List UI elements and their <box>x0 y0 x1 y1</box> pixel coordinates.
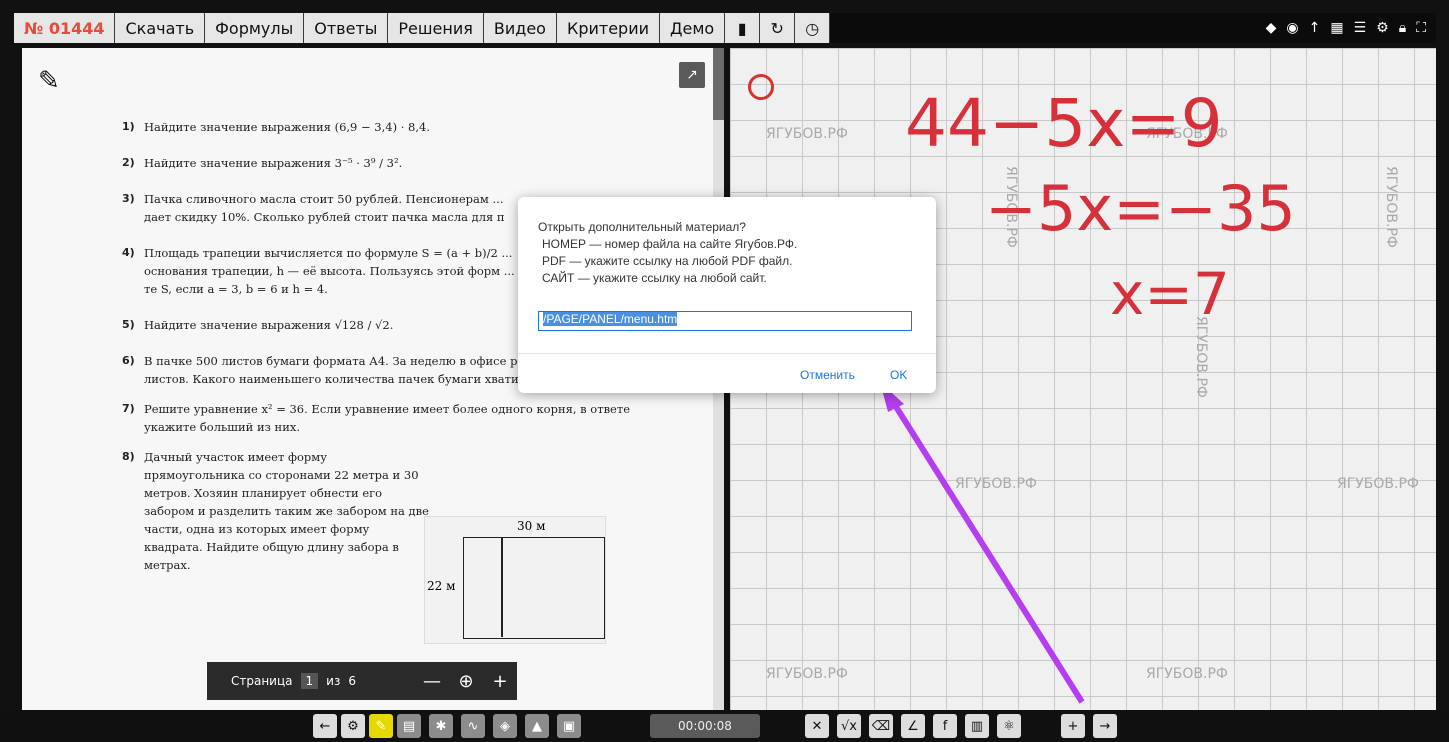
open-material-dialog: Открыть дополнительный материал? НОМЕР —… <box>518 197 936 393</box>
material-input[interactable]: /PAGE/PANEL/menu.htm <box>538 311 912 331</box>
image-icon[interactable]: ▣ <box>557 714 581 738</box>
annotation-arrow <box>885 392 1085 704</box>
pencil-tool-icon[interactable]: ✎ <box>369 714 393 738</box>
handwritten-line: x=7 <box>1110 260 1230 328</box>
forward-arrow-icon[interactable]: → <box>1093 714 1117 738</box>
cancel-button[interactable]: Отменить <box>800 368 855 382</box>
sqrt-icon[interactable]: √x <box>837 714 861 738</box>
dialog-line: PDF — укажите ссылку на любой PDF файл. <box>542 254 793 268</box>
session-timer: 00:00:08 <box>650 714 760 738</box>
clear-icon[interactable]: ⌫ <box>869 714 893 738</box>
dialog-message: Открыть дополнительный материал? НОМЕР —… <box>538 219 797 287</box>
calculator-icon[interactable]: ▤ <box>397 714 421 738</box>
curve-icon[interactable]: ∿ <box>461 714 485 738</box>
back-arrow-icon[interactable]: ← <box>313 714 337 738</box>
atom-icon[interactable]: ⚛ <box>997 714 1021 738</box>
function-icon[interactable]: f <box>933 714 957 738</box>
dialog-line: САЙТ — укажите ссылку на любой сайт. <box>542 271 767 285</box>
ok-button[interactable]: OK <box>890 368 907 382</box>
dialog-title: Открыть дополнительный материал? <box>538 220 746 234</box>
add-icon[interactable]: + <box>1061 714 1085 738</box>
triangle-icon[interactable]: ▲ <box>525 714 549 738</box>
material-input-value: /PAGE/PANEL/menu.htm <box>543 312 678 326</box>
dialog-line: НОМЕР — номер файла на сайте Ягубов.РФ. <box>542 237 798 251</box>
angle-icon[interactable]: ∠ <box>901 714 925 738</box>
dialog-divider <box>518 353 936 354</box>
close-icon[interactable]: ✕ <box>805 714 829 738</box>
shapes-icon[interactable]: ◈ <box>493 714 517 738</box>
settings-icon[interactable]: ⚙ <box>341 714 365 738</box>
gear-tool-icon[interactable]: ✱ <box>429 714 453 738</box>
notes-icon[interactable]: ▥ <box>965 714 989 738</box>
handwritten-line: 44−5x=9 <box>905 85 1223 162</box>
handwritten-line: −5x=−35 <box>985 172 1296 245</box>
